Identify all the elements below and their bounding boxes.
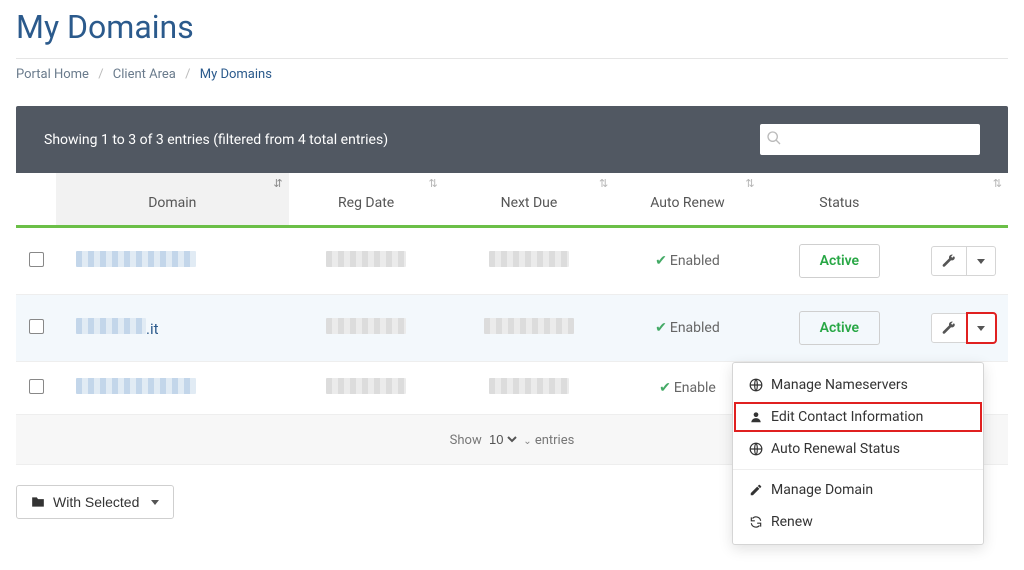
status-badge: Active bbox=[799, 311, 880, 345]
breadcrumb-sep: / bbox=[98, 67, 103, 82]
breadcrumb-current: My Domains bbox=[200, 67, 272, 82]
row-actions bbox=[931, 246, 996, 276]
row-actions bbox=[931, 313, 996, 343]
chevron-down-icon bbox=[151, 500, 159, 505]
menu-auto-renewal-status[interactable]: Auto Renewal Status bbox=[733, 433, 983, 465]
col-domain[interactable]: Domain⇵ bbox=[56, 173, 289, 227]
check-icon: ✔ bbox=[655, 253, 667, 269]
reg-date-redacted bbox=[326, 318, 406, 334]
actions-dropdown-toggle[interactable] bbox=[967, 246, 996, 276]
wrench-icon bbox=[942, 254, 956, 268]
check-icon: ✔ bbox=[659, 380, 671, 396]
with-selected-button[interactable]: With Selected bbox=[16, 485, 174, 519]
sort-icon: ⇅ bbox=[428, 177, 437, 190]
show-label: Show bbox=[450, 433, 482, 448]
auto-renew-value: ✔Enabled bbox=[655, 320, 720, 336]
breadcrumb-home[interactable]: Portal Home bbox=[16, 67, 89, 82]
row-actions-menu: Manage Nameservers Edit Contact Informat… bbox=[732, 362, 984, 545]
table-row[interactable]: ✔Enabled Active bbox=[16, 227, 1008, 295]
globe-icon bbox=[749, 378, 763, 392]
globe-icon bbox=[749, 442, 763, 456]
sort-icon: ⇅ bbox=[599, 177, 608, 190]
auto-renew-value: ✔Enabled bbox=[655, 253, 720, 269]
row-checkbox[interactable] bbox=[29, 379, 44, 394]
menu-renew[interactable]: Renew bbox=[733, 506, 983, 538]
search-icon bbox=[766, 130, 782, 146]
col-reg-date[interactable]: Reg Date⇅ bbox=[289, 173, 444, 227]
search-input[interactable] bbox=[760, 124, 980, 155]
search-wrap bbox=[760, 124, 980, 155]
chevron-down-icon: ⌄ bbox=[523, 436, 531, 447]
bulk-button-label: With Selected bbox=[53, 494, 139, 510]
sort-icon: ⇵ bbox=[273, 177, 282, 190]
status-badge: Active bbox=[799, 244, 880, 278]
col-auto-renew[interactable]: Auto Renew⇅ bbox=[614, 173, 760, 227]
table-toolbar: Showing 1 to 3 of 3 entries (filtered fr… bbox=[16, 106, 1008, 173]
col-next-due[interactable]: Next Due⇅ bbox=[444, 173, 615, 227]
next-due-redacted bbox=[484, 318, 574, 334]
domain-redacted bbox=[76, 318, 146, 334]
menu-label: Manage Nameservers bbox=[771, 377, 908, 393]
breadcrumb-sep: / bbox=[185, 67, 190, 82]
menu-edit-contact-information[interactable]: Edit Contact Information bbox=[733, 401, 983, 433]
page-size-select[interactable]: 10 bbox=[485, 431, 520, 448]
chevron-down-icon bbox=[977, 326, 985, 331]
domain-suffix: .it bbox=[146, 320, 159, 338]
menu-manage-nameservers[interactable]: Manage Nameservers bbox=[733, 369, 983, 401]
manage-button[interactable] bbox=[931, 246, 967, 276]
wrench-icon bbox=[942, 321, 956, 335]
reg-date-redacted bbox=[326, 251, 406, 267]
sort-icon: ⇅ bbox=[745, 177, 754, 190]
refresh-icon bbox=[749, 515, 763, 529]
menu-label: Manage Domain bbox=[771, 482, 873, 498]
col-actions[interactable]: ⇅ bbox=[918, 173, 1008, 227]
title-divider bbox=[16, 58, 1008, 59]
breadcrumb: Portal Home / Client Area / My Domains bbox=[16, 67, 1008, 82]
row-checkbox[interactable] bbox=[29, 252, 44, 267]
next-due-redacted bbox=[489, 378, 569, 394]
manage-button[interactable] bbox=[931, 313, 967, 343]
next-due-redacted bbox=[489, 251, 569, 267]
menu-label: Auto Renewal Status bbox=[771, 441, 900, 457]
row-checkbox[interactable] bbox=[29, 319, 44, 334]
table-row[interactable]: .it ✔Enabled Active bbox=[16, 295, 1008, 362]
col-checkbox[interactable] bbox=[16, 173, 56, 227]
actions-dropdown-toggle[interactable] bbox=[967, 313, 996, 343]
folder-icon bbox=[31, 495, 45, 509]
sort-icon: ⇅ bbox=[993, 177, 1002, 190]
auto-renew-value: ✔Enable bbox=[659, 380, 716, 396]
reg-date-redacted bbox=[326, 378, 406, 394]
domain-redacted bbox=[76, 251, 196, 267]
menu-manage-domain[interactable]: Manage Domain bbox=[733, 474, 983, 506]
domain-redacted bbox=[76, 378, 196, 394]
breadcrumb-client-area[interactable]: Client Area bbox=[113, 67, 176, 82]
entries-label: entries bbox=[535, 433, 575, 448]
page-title: My Domains bbox=[16, 8, 1008, 46]
menu-divider bbox=[733, 469, 983, 470]
chevron-down-icon bbox=[977, 259, 985, 264]
menu-label: Renew bbox=[771, 514, 813, 530]
entries-info: Showing 1 to 3 of 3 entries (filtered fr… bbox=[44, 132, 388, 148]
menu-label: Edit Contact Information bbox=[771, 409, 923, 425]
pencil-icon bbox=[749, 483, 763, 497]
user-icon bbox=[749, 410, 763, 424]
check-icon: ✔ bbox=[655, 320, 667, 336]
col-status[interactable]: Status bbox=[761, 173, 918, 227]
